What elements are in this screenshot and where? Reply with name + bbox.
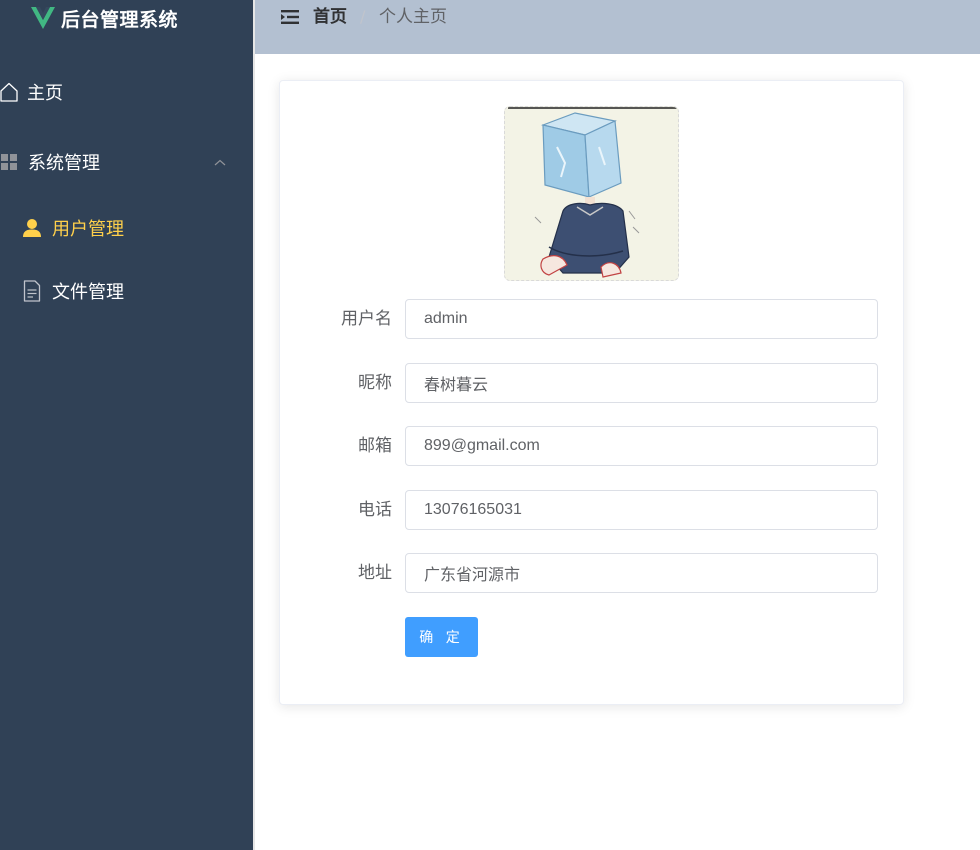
email-field[interactable] (405, 426, 878, 466)
address-label: 地址 (358, 563, 392, 583)
sidebar-item-home[interactable]: 主页 (0, 64, 253, 120)
header: 首页 / 个人主页 (255, 0, 980, 54)
nickname-label: 昵称 (358, 373, 392, 393)
confirm-button[interactable]: 确 定 (405, 617, 478, 657)
phone-field[interactable] (405, 490, 878, 530)
app-title: 后台管理系统 (61, 8, 179, 31)
breadcrumb-current: 个人主页 (379, 7, 447, 27)
sidebar-divider (253, 0, 255, 850)
sidebar: 后台管理系统 主页 系统管理 用户管理 文件管理 (0, 0, 253, 850)
document-icon (22, 280, 42, 302)
sidebar-item-label: 系统管理 (28, 153, 100, 174)
chevron-up-icon (213, 152, 227, 173)
brand: 后台管理系统 (31, 4, 178, 32)
fold-menu-icon[interactable] (281, 8, 299, 30)
username-field[interactable] (405, 299, 878, 339)
form-row-email: 邮箱 (280, 426, 905, 466)
avatar-image-icon (505, 107, 678, 280)
phone-label: 电话 (358, 500, 392, 520)
form-row-username: 用户名 (280, 299, 905, 339)
form-row-address: 地址 (280, 553, 905, 593)
vue-logo-icon (31, 7, 55, 29)
sidebar-item-users[interactable]: 用户管理 (0, 200, 253, 256)
sidebar-item-label: 文件管理 (52, 282, 124, 303)
address-field[interactable] (405, 553, 878, 593)
username-label: 用户名 (341, 309, 392, 329)
sidebar-item-label: 主页 (27, 83, 63, 104)
sidebar-item-label: 用户管理 (52, 219, 124, 240)
breadcrumb-separator: / (360, 7, 366, 26)
grid-icon (0, 154, 18, 170)
breadcrumb-home[interactable]: 首页 (313, 6, 347, 28)
sidebar-item-files[interactable]: 文件管理 (0, 263, 253, 319)
nickname-field[interactable] (405, 363, 878, 403)
form-row-nickname: 昵称 (280, 363, 905, 403)
profile-card: 用户名 昵称 邮箱 电话 地址 确 定 (279, 80, 904, 705)
home-icon (0, 82, 18, 102)
email-label: 邮箱 (358, 436, 392, 456)
user-icon (22, 218, 42, 238)
avatar-uploader[interactable] (504, 106, 679, 281)
form-row-phone: 电话 (280, 490, 905, 530)
sidebar-item-system[interactable]: 系统管理 (0, 134, 253, 190)
